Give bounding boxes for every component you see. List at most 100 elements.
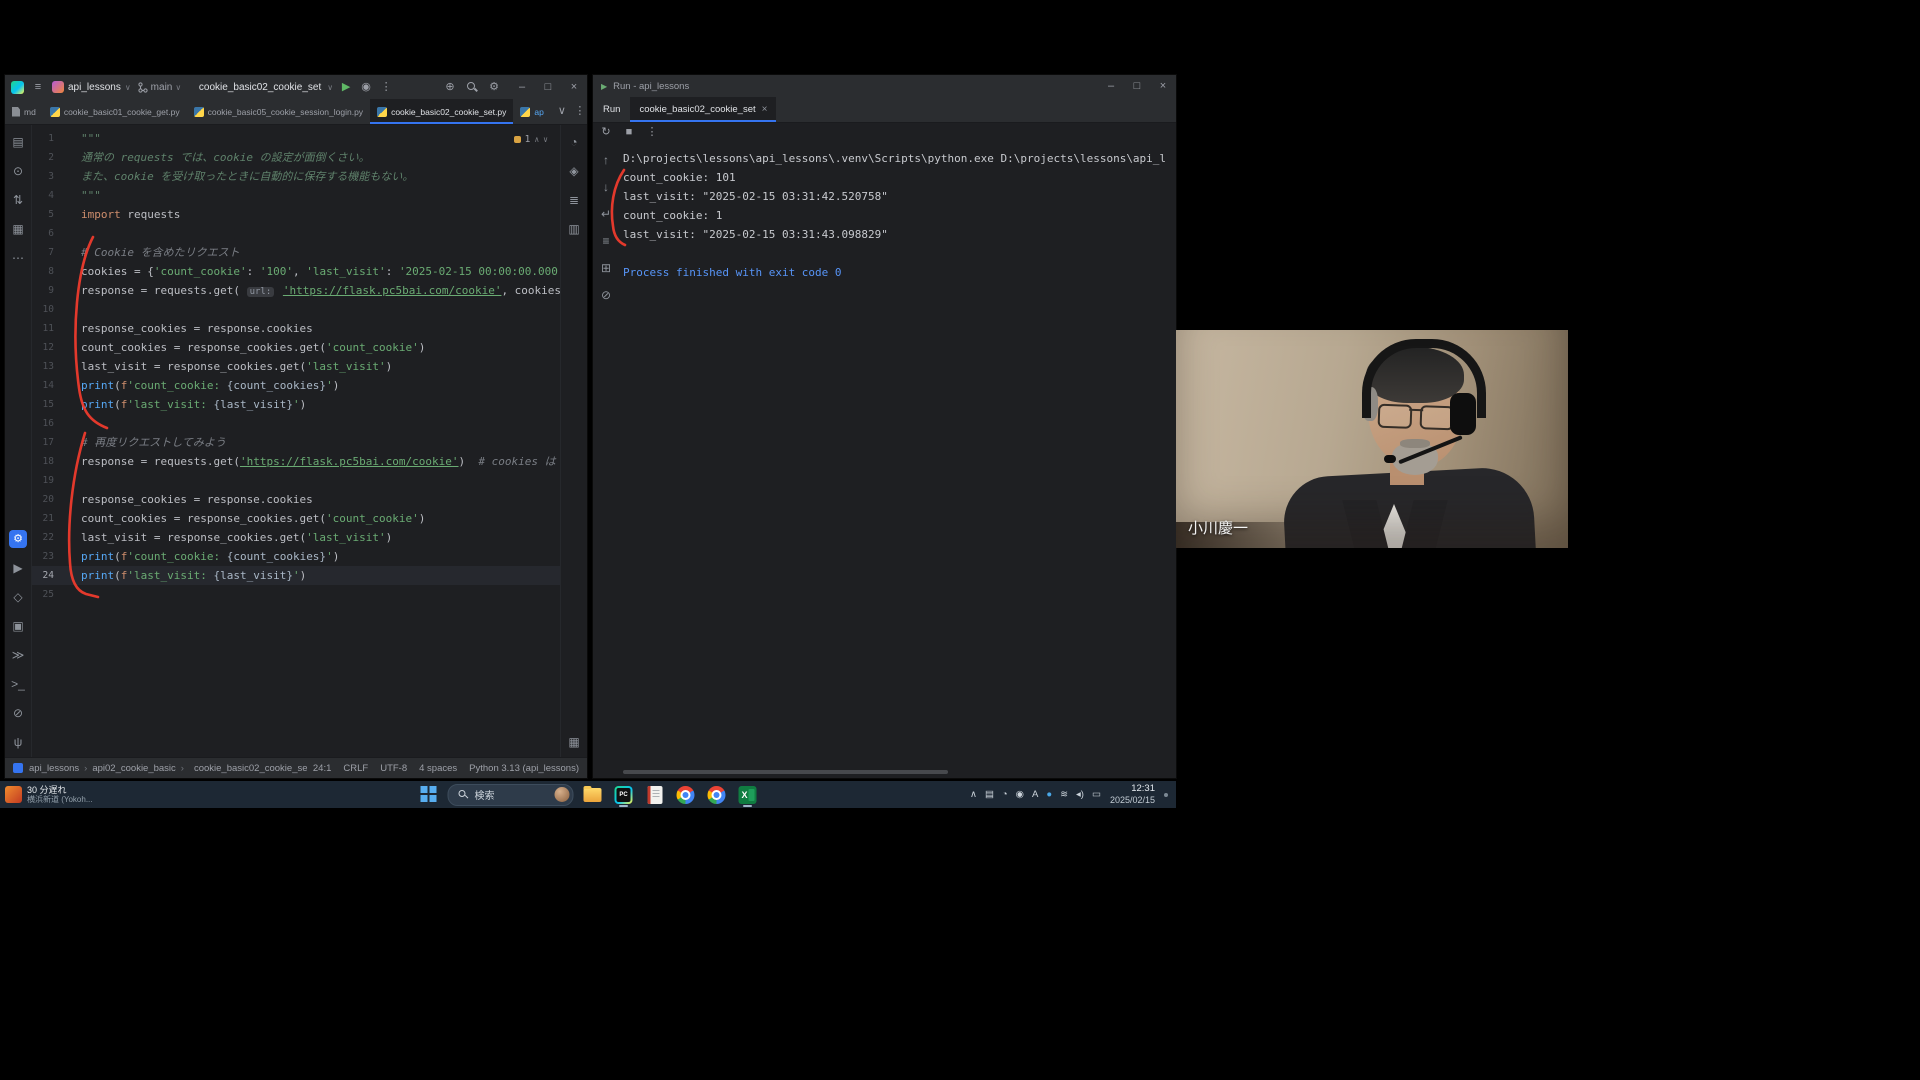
python-packages-icon[interactable]: ▣ [9, 617, 27, 635]
code-line[interactable]: response_cookies = response.cookies [81, 319, 560, 338]
tab-md[interactable]: md [5, 99, 43, 124]
code-line[interactable] [81, 471, 560, 490]
scroll-end-icon[interactable]: ≡ [597, 232, 615, 250]
ime-icon[interactable]: A [1032, 790, 1038, 800]
line-number[interactable]: 16 [32, 414, 72, 433]
chrome-app-button[interactable] [674, 781, 698, 808]
branch-selector[interactable]: main ∨ [138, 82, 182, 93]
line-number[interactable]: 1 [32, 129, 72, 148]
clear-all-icon[interactable]: ⊘ [597, 286, 615, 304]
line-number[interactable]: 4 [32, 186, 72, 205]
close-button[interactable]: × [1150, 75, 1176, 97]
debug-button[interactable]: ◉ [359, 80, 373, 94]
statusbar-item[interactable]: UTF-8 [380, 763, 407, 774]
onedrive-icon[interactable]: ◔ [1002, 790, 1008, 800]
line-number[interactable]: 12 [32, 338, 72, 357]
project-icon[interactable]: ▤ [9, 133, 27, 151]
ai-assistant-icon[interactable]: ◈ [565, 162, 583, 180]
code-line[interactable]: また、cookie を受け取ったときに自動的に保存する機能もない。 [81, 167, 560, 186]
run-titlebar[interactable]: ▶ Run - api_lessons –□× [593, 75, 1176, 97]
code-line[interactable]: count_cookies = response_cookies.get('co… [81, 509, 560, 528]
line-number[interactable]: 11 [32, 319, 72, 338]
line-number[interactable]: 17 [32, 433, 72, 452]
line-number[interactable]: 19 [32, 471, 72, 490]
line-number[interactable]: 21 [32, 509, 72, 528]
bluetooth-icon[interactable]: ● [1046, 790, 1052, 800]
wifi-icon[interactable]: ≋ [1060, 790, 1068, 800]
breadcrumb-item[interactable]: api_lessons [29, 763, 79, 774]
code-line[interactable]: import requests [81, 205, 560, 224]
code-line[interactable]: response = requests.get('https://flask.p… [81, 452, 560, 471]
window-layout-icon[interactable]: ▦ [565, 733, 583, 751]
line-number[interactable]: 5 [32, 205, 72, 224]
line-number[interactable]: 13 [32, 357, 72, 376]
code-editor[interactable]: 1234567891011121314151617181920212223242… [32, 125, 560, 757]
minimize-button[interactable]: – [509, 75, 535, 99]
settings-icon[interactable]: ⚙ [487, 80, 501, 94]
code-line[interactable]: print(f'last_visit: {last_visit}') [81, 566, 560, 585]
project-selector[interactable]: api_lessons ∨ [52, 81, 131, 93]
pull-requests-icon[interactable]: ⇅ [9, 191, 27, 209]
structure-icon[interactable]: ▦ [9, 220, 27, 238]
clock[interactable]: 12:31 2025/02/15 [1110, 783, 1155, 805]
run-config-widget[interactable]: cookie_basic02_cookie_set ∨ ▶◉⋮ [199, 80, 393, 94]
volume-icon[interactable]: ◂) [1076, 790, 1084, 800]
line-number[interactable]: 25 [32, 585, 72, 604]
pycharm-app-button[interactable] [612, 781, 636, 808]
code-line[interactable] [81, 414, 560, 433]
tab-cookie_basic01_cookie_get.py[interactable]: cookie_basic01_cookie_get.py [43, 99, 187, 124]
code-line[interactable]: last_visit = response_cookies.get('last_… [81, 528, 560, 547]
maximize-button[interactable]: □ [535, 75, 561, 99]
mic-icon[interactable]: ◉ [1016, 790, 1024, 800]
close-button[interactable]: × [561, 75, 587, 99]
start-app-button[interactable] [417, 781, 441, 808]
widgets-button[interactable]: 30 分遅れ 横浜新道 (Yokoh... [0, 785, 93, 805]
tab-ap[interactable]: ap [513, 99, 550, 124]
battery-icon[interactable]: ▭ [1092, 790, 1101, 800]
hidden-icons-icon[interactable]: ∧ [970, 790, 977, 800]
line-number[interactable]: 6 [32, 224, 72, 243]
search-everywhere-icon[interactable] [465, 80, 479, 94]
line-number[interactable]: 20 [32, 490, 72, 509]
more-tabs-icon[interactable]: ⋮ [573, 105, 587, 119]
inspections-widget[interactable]: 1 ∧ ∨ [514, 130, 548, 149]
line-number[interactable]: 15 [32, 395, 72, 414]
version-control-icon[interactable]: ψ [9, 733, 27, 751]
console-output[interactable]: D:\projects\lessons\api_lessons\.venv\Sc… [623, 149, 1174, 766]
minimize-button[interactable]: – [1098, 75, 1124, 97]
line-number[interactable]: 7 [32, 243, 72, 262]
taskbar-search[interactable]: 検索 [448, 784, 574, 806]
more-tool-windows-icon[interactable]: ⋯ [9, 249, 27, 267]
commit-icon[interactable]: ⊙ [9, 162, 27, 180]
tab-cookie_basic05_cookie_session_login.py[interactable]: cookie_basic05_cookie_session_login.py [187, 99, 370, 124]
line-number[interactable]: 9 [32, 281, 72, 300]
more-actions-icon[interactable]: ⋮ [379, 80, 393, 94]
code-line[interactable]: """ [81, 129, 560, 148]
line-number[interactable]: 10 [32, 300, 72, 319]
run-tab[interactable]: cookie_basic02_cookie_set × [630, 97, 776, 122]
services-icon[interactable]: ◇ [9, 588, 27, 606]
line-number[interactable]: 24 [32, 566, 72, 585]
menu-icon[interactable]: ≡ [31, 80, 45, 94]
code-line[interactable] [81, 300, 560, 319]
excel-app-button[interactable] [736, 781, 760, 808]
close-tab-icon[interactable]: × [762, 104, 768, 115]
code-line[interactable]: print(f'last_visit: {last_visit}') [81, 395, 560, 414]
breadcrumb-item[interactable]: cookie_basic02_cookie_set.py [194, 763, 307, 774]
ide-titlebar[interactable]: ≡ api_lessons ∨ main ∨ cookie_basic02_co… [5, 75, 587, 99]
python-console-icon[interactable]: ≫ [9, 646, 27, 664]
settings-tool-icon[interactable]: ⚙ [9, 530, 27, 548]
statusbar-item[interactable]: Python 3.13 (api_lessons) [469, 763, 579, 774]
more-icon[interactable]: ⋮ [645, 125, 659, 139]
problems-icon[interactable]: ⊘ [9, 704, 27, 722]
line-number[interactable]: 2 [32, 148, 72, 167]
run-tool-label[interactable]: Run [593, 97, 630, 122]
code-line[interactable]: response_cookies = response.cookies [81, 490, 560, 509]
code-line[interactable]: # 再度リクエストしてみよう [81, 433, 560, 452]
add-user-icon[interactable]: ⊕ [443, 80, 457, 94]
line-number[interactable]: 14 [32, 376, 72, 395]
code-line[interactable]: # Cookie を含めたリクエスト [81, 243, 560, 262]
down-stack-icon[interactable]: ↓ [597, 178, 615, 196]
statusbar-item[interactable]: 4 spaces [419, 763, 457, 774]
up-stack-icon[interactable]: ↑ [597, 151, 615, 169]
